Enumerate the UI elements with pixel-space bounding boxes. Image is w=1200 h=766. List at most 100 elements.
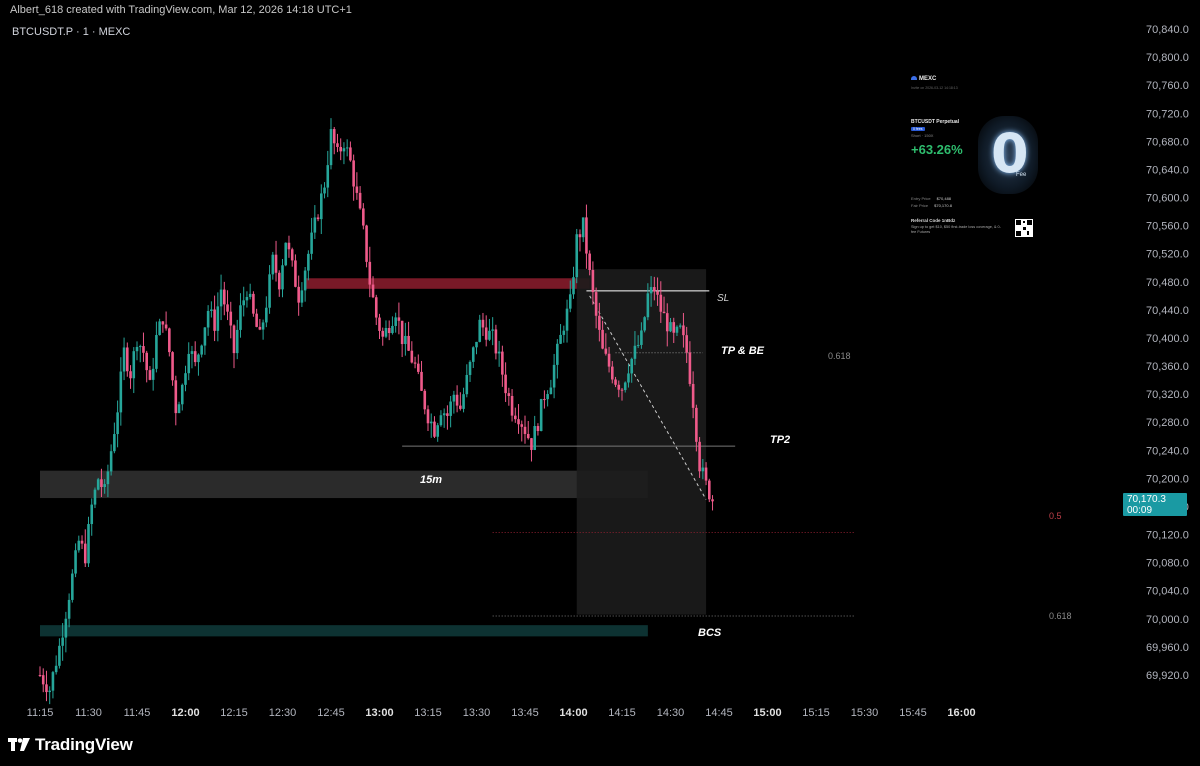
candle — [187, 342, 191, 381]
zone-15m-label: 15m — [420, 474, 442, 486]
candle — [58, 638, 61, 669]
x-tick-label: 13:15 — [414, 707, 442, 719]
candle-body — [48, 690, 51, 693]
y-tick-label: 70,320.0 — [1146, 389, 1189, 401]
candle-body — [297, 286, 300, 303]
candle — [290, 247, 294, 267]
candle — [543, 390, 546, 409]
candle-body — [539, 399, 543, 432]
candle — [265, 296, 268, 328]
candle-body — [391, 325, 394, 334]
candle — [83, 529, 87, 567]
candle-body — [682, 325, 685, 336]
candle-body — [446, 413, 449, 416]
candle-body — [368, 261, 372, 285]
candle-body — [585, 217, 588, 254]
candle — [135, 341, 139, 361]
candle-body — [290, 249, 294, 261]
candle-body — [656, 291, 659, 295]
candle — [533, 415, 536, 451]
candle-body — [200, 345, 203, 355]
x-tick-label: 14:00 — [559, 707, 587, 719]
candle-body — [287, 242, 291, 250]
candle — [355, 172, 359, 200]
last-price-tag: 70,170.3 00:09 — [1123, 493, 1187, 516]
symbol-label: BTCUSDT.P · 1 · MEXC — [12, 26, 130, 38]
last-price-value: 70,170.3 — [1127, 494, 1166, 505]
bcs-label: BCS — [698, 627, 722, 639]
candle-body — [339, 146, 342, 152]
candle-body — [197, 354, 200, 363]
candle-body — [601, 329, 604, 349]
y-tick-label: 70,520.0 — [1146, 249, 1189, 261]
candle — [271, 251, 275, 280]
candle — [190, 345, 194, 369]
candle — [245, 291, 249, 308]
candle — [358, 186, 362, 210]
candle — [96, 477, 100, 491]
candle — [323, 182, 326, 199]
candle-body — [245, 296, 249, 301]
candle-body — [636, 344, 640, 346]
candle-body — [507, 393, 511, 396]
candle-body — [235, 329, 239, 354]
candle-body — [484, 327, 488, 340]
candle — [708, 478, 711, 503]
candle-body — [459, 405, 462, 409]
candle-body — [316, 217, 320, 220]
candle-body — [358, 192, 362, 209]
candle-body — [242, 300, 245, 306]
candle-body — [562, 330, 566, 335]
candle-body — [83, 543, 87, 564]
candle-body — [501, 351, 504, 375]
candle-body — [704, 467, 708, 481]
candle — [484, 315, 488, 347]
candle — [475, 341, 478, 355]
candle-body — [229, 311, 233, 326]
x-tick-label: 12:15 — [220, 707, 248, 719]
x-tick-label: 14:45 — [705, 707, 733, 719]
candle-body — [711, 499, 714, 502]
candle-body — [232, 325, 236, 354]
candle-body — [649, 287, 653, 294]
candle — [523, 415, 527, 444]
candle-body — [96, 479, 100, 490]
candle-body — [119, 371, 123, 413]
candle-body — [180, 384, 184, 405]
candle-body — [530, 438, 533, 450]
candle-body — [77, 540, 81, 551]
candle-body — [64, 618, 68, 638]
candle-body — [277, 272, 281, 290]
candle — [303, 266, 307, 302]
candle-body — [58, 645, 61, 666]
candle-body — [672, 322, 676, 333]
candle — [177, 401, 181, 414]
candle-body — [313, 217, 317, 233]
candle-body — [203, 327, 207, 346]
candle — [252, 291, 255, 317]
candle-body — [659, 294, 663, 312]
candle — [242, 286, 245, 317]
tradingview-logo[interactable]: TradingView — [8, 735, 133, 755]
candle-body — [284, 242, 288, 266]
candle-body — [497, 351, 501, 354]
candle — [258, 318, 262, 331]
tradingview-logo-icon — [8, 738, 30, 751]
candle — [345, 139, 349, 157]
candle-body — [426, 409, 430, 424]
candle-body — [691, 383, 695, 408]
candle-body — [568, 294, 572, 309]
candle-body — [698, 441, 701, 472]
candle — [148, 366, 152, 381]
candle-body — [387, 327, 391, 334]
y-tick-label: 70,640.0 — [1146, 164, 1189, 176]
candle — [471, 346, 475, 369]
candle — [274, 240, 278, 282]
candle — [281, 259, 284, 298]
candle — [365, 224, 368, 268]
candle-body — [662, 311, 666, 314]
x-tick-label: 11:30 — [75, 707, 102, 719]
zero-fee-graphic: 0 Fee — [978, 116, 1038, 194]
candle — [417, 354, 420, 375]
candle — [488, 318, 491, 342]
